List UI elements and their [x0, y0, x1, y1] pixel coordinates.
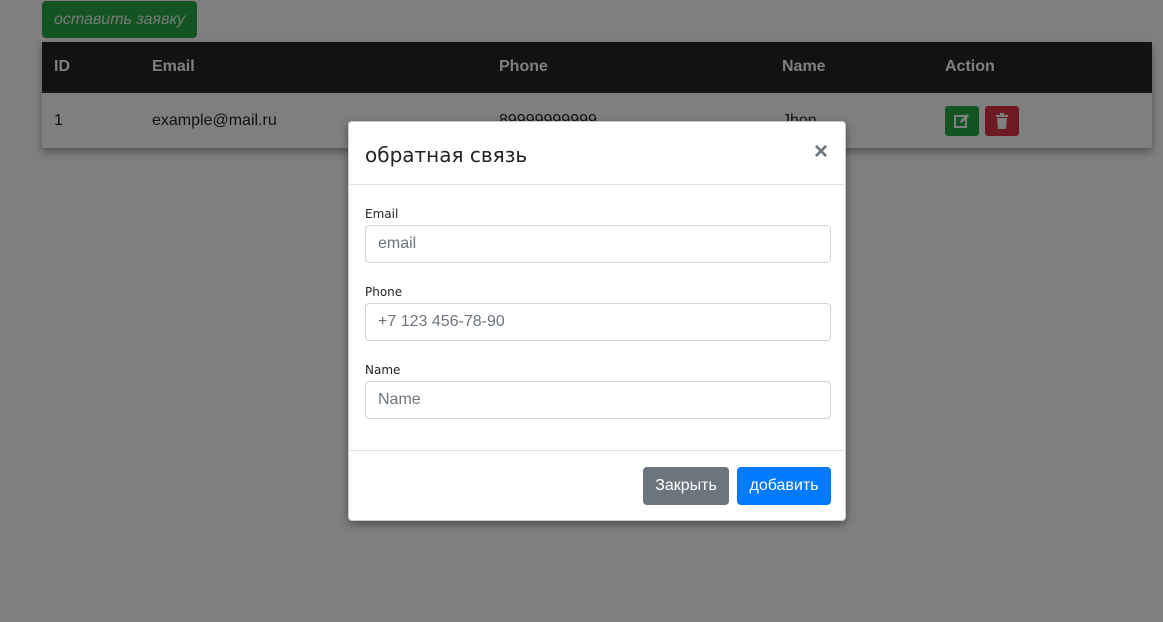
modal-header: обратная связь × — [349, 122, 845, 185]
phone-field[interactable] — [365, 303, 831, 341]
modal-title: обратная связь — [365, 143, 528, 167]
close-icon[interactable]: × — [813, 140, 829, 164]
close-button[interactable]: Закрыть — [643, 467, 729, 505]
name-field[interactable] — [365, 381, 831, 419]
page: оставить заявку ID Email Phone Name Acti… — [0, 0, 1163, 622]
modal-body: Email Phone Name — [349, 185, 845, 451]
phone-label: Phone — [365, 285, 403, 299]
feedback-modal: обратная связь × Email Phone Name Закрыт… — [348, 121, 846, 521]
add-button[interactable]: добавить — [737, 467, 831, 505]
email-label: Email — [365, 207, 399, 221]
name-label: Name — [365, 363, 401, 377]
email-field[interactable] — [365, 225, 831, 263]
modal-footer: Закрыть добавить — [349, 451, 845, 521]
